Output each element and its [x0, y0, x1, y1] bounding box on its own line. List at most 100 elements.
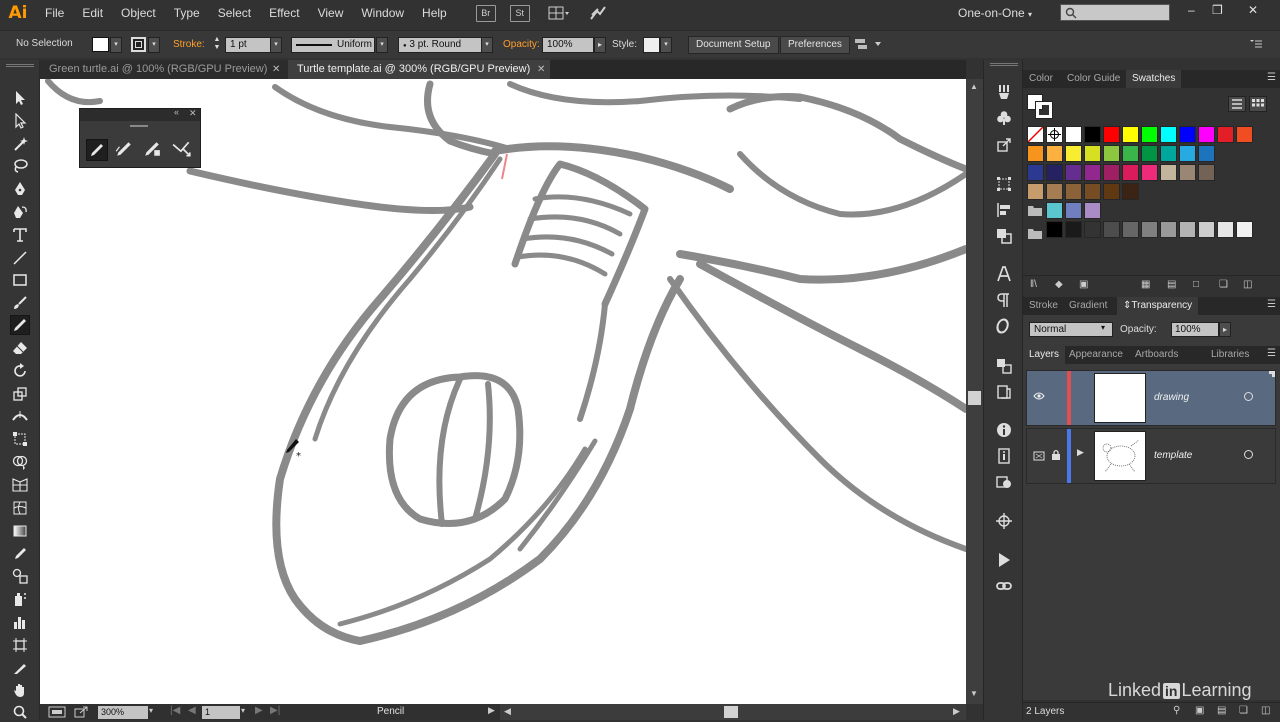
menu-window[interactable]: Window	[352, 0, 413, 26]
perspective-grid-tool[interactable]	[10, 475, 30, 495]
scroll-up-icon[interactable]: ▲	[970, 82, 978, 91]
color-swatch[interactable]	[1065, 145, 1082, 162]
swatch-list-icon[interactable]: ▤	[1167, 279, 1176, 290]
brush-definition[interactable]: ● 3 pt. Round	[398, 37, 482, 53]
color-swatch[interactable]	[1122, 221, 1139, 238]
color-swatch[interactable]	[1122, 183, 1139, 200]
tab-appearance[interactable]: Appearance	[1063, 346, 1129, 364]
line-segment-tool[interactable]	[10, 248, 30, 268]
stroke-dropdown[interactable]: ▾	[148, 37, 160, 53]
color-swatch[interactable]	[1160, 164, 1177, 181]
color-swatch[interactable]	[1160, 221, 1177, 238]
color-swatch[interactable]	[1084, 126, 1101, 143]
tab-color[interactable]: Color	[1023, 70, 1059, 88]
artboard-number-field[interactable]: 1	[202, 706, 240, 719]
color-swatch[interactable]	[1065, 164, 1082, 181]
color-swatch[interactable]	[1122, 145, 1139, 162]
artboard-dropdown[interactable]: ▾	[241, 706, 245, 715]
color-swatch[interactable]	[1122, 126, 1139, 143]
layer-row-drawing[interactable]: drawing	[1026, 370, 1276, 426]
color-swatch[interactable]	[1103, 221, 1120, 238]
color-swatch[interactable]	[1236, 126, 1253, 143]
artboard-tool[interactable]	[10, 635, 30, 655]
color-swatch[interactable]	[1046, 145, 1063, 162]
color-swatch[interactable]	[1179, 145, 1196, 162]
style-dropdown[interactable]: ▾	[660, 37, 672, 53]
path-eraser-button[interactable]	[143, 140, 161, 161]
transform-panel-button[interactable]	[994, 174, 1014, 194]
tab-artboards[interactable]: Artboards	[1129, 346, 1184, 364]
fill-color-swatch[interactable]	[92, 37, 109, 52]
delete-swatch-icon[interactable]: ◫	[1243, 279, 1252, 290]
rectangle-tool[interactable]	[10, 270, 30, 290]
symbols-panel-button[interactable]	[994, 108, 1014, 128]
color-swatch[interactable]	[1065, 202, 1082, 219]
swatch-options-icon[interactable]: ▣	[1079, 279, 1088, 290]
color-swatch[interactable]	[1122, 164, 1139, 181]
align-panel-button[interactable]	[994, 200, 1014, 220]
paintbrush-tool[interactable]	[10, 293, 30, 313]
opacity-slider-button[interactable]: ▸	[1219, 322, 1231, 337]
collapse-icon[interactable]: «	[174, 107, 179, 117]
share-icon[interactable]	[74, 706, 88, 721]
opacity-field[interactable]: 100%	[542, 37, 594, 53]
panel-grip[interactable]	[990, 63, 1018, 66]
lock-icon[interactable]	[1051, 449, 1061, 464]
variable-width-profile[interactable]: Uniform	[291, 37, 375, 53]
menu-type[interactable]: Type	[165, 0, 209, 26]
color-swatch[interactable]	[1065, 126, 1082, 143]
smooth-tool-button[interactable]	[115, 140, 133, 161]
color-swatch[interactable]	[1084, 164, 1101, 181]
artboard-canvas[interactable]: *	[40, 79, 966, 704]
color-swatch[interactable]	[1046, 183, 1063, 200]
stroke-weight-field[interactable]: 1 pt	[225, 37, 271, 53]
color-swatch[interactable]	[1084, 145, 1101, 162]
clipping-mask-icon[interactable]: ▣	[1195, 705, 1204, 716]
document-info-button[interactable]	[994, 446, 1014, 466]
mesh-tool[interactable]	[10, 498, 30, 518]
shape-builder-tool[interactable]	[10, 452, 30, 472]
color-swatch[interactable]	[1141, 164, 1158, 181]
scroll-right-icon[interactable]: ▶	[953, 706, 960, 717]
color-swatch[interactable]	[1027, 145, 1044, 162]
panel-grip[interactable]	[130, 125, 148, 127]
status-menu-arrow[interactable]: ▶	[488, 705, 495, 716]
transparency-opacity-field[interactable]: 100%	[1171, 322, 1219, 337]
links-panel-button[interactable]	[994, 576, 1014, 596]
color-swatch[interactable]	[1179, 164, 1196, 181]
panel-grip[interactable]	[6, 64, 34, 67]
menu-file[interactable]: File	[36, 0, 73, 26]
bridge-button[interactable]: Br	[475, 4, 496, 22]
tab-turtle-template[interactable]: Turtle template.ai @ 300% (RGB/GPU Previ…	[288, 60, 550, 79]
lasso-tool[interactable]	[10, 156, 30, 176]
tab-color-guide[interactable]: Color Guide	[1061, 70, 1126, 88]
template-layer-icon[interactable]	[1033, 451, 1045, 464]
image-trace-button[interactable]	[994, 472, 1014, 492]
color-swatch[interactable]	[1103, 164, 1120, 181]
slice-tool[interactable]	[10, 658, 30, 678]
stroke-color-swatch[interactable]	[131, 37, 146, 52]
fill-dropdown[interactable]: ▾	[110, 37, 122, 53]
menu-effect[interactable]: Effect	[260, 0, 308, 26]
profile-dropdown[interactable]: ▾	[376, 37, 388, 53]
color-swatch[interactable]	[1179, 221, 1196, 238]
pathfinder-panel-button[interactable]	[994, 226, 1014, 246]
layer-name[interactable]: template	[1154, 450, 1192, 461]
color-swatch[interactable]	[1103, 145, 1120, 162]
first-artboard-button[interactable]: |◀	[170, 705, 180, 716]
delete-layer-icon[interactable]: ◫	[1261, 705, 1270, 716]
swatch-registration[interactable]	[1046, 126, 1063, 143]
free-transform-tool[interactable]	[10, 429, 30, 449]
visibility-eye-icon[interactable]	[1033, 391, 1045, 404]
align-options-icon[interactable]	[854, 37, 882, 54]
panel-menu-icon[interactable]: ☰	[1267, 72, 1276, 83]
join-tool-button[interactable]	[172, 140, 192, 161]
flyout-title-bar[interactable]: « ✕	[80, 107, 200, 121]
layer-name[interactable]: drawing	[1154, 392, 1189, 403]
color-swatch[interactable]	[1084, 221, 1101, 238]
pencil-tool[interactable]	[10, 315, 30, 335]
color-swatch[interactable]	[1103, 183, 1120, 200]
scroll-left-icon[interactable]: ◀	[504, 706, 511, 717]
info-panel-button[interactable]	[994, 420, 1014, 440]
layer-target-icon[interactable]	[1244, 392, 1253, 401]
